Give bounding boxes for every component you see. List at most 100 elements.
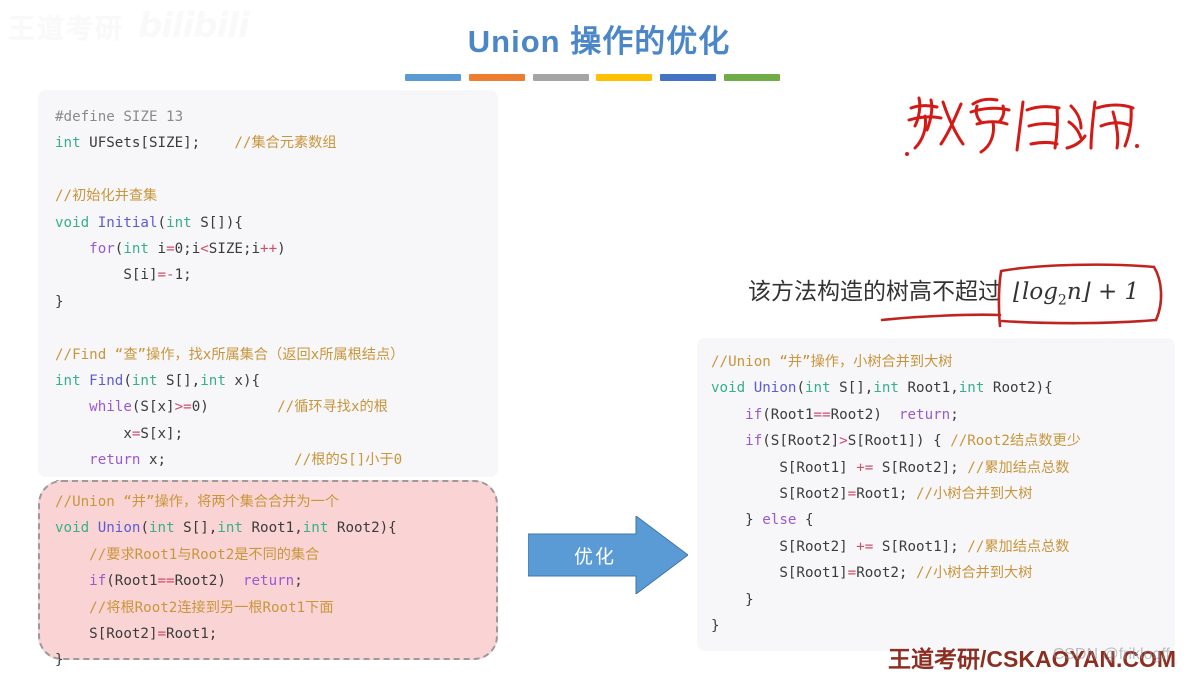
code-token-pln: ( — [796, 380, 805, 397]
code-token-type: void — [55, 214, 90, 231]
code-token-pln: S[i] — [55, 267, 158, 284]
red-handwriting-icon — [905, 96, 1139, 156]
title-bar-1 — [405, 74, 461, 81]
code-token-cmt: //循环寻找x的根 — [277, 399, 388, 416]
code-token-pln: } — [711, 591, 754, 608]
code-token-kw: while — [89, 399, 132, 416]
code-token-op: += — [856, 459, 874, 476]
code-token-type: int — [873, 380, 899, 397]
code-line: for(int i=0;i<SIZE;i++) — [55, 236, 498, 262]
code-token-cmt: //Root2结点数更少 — [950, 433, 1081, 450]
code-line: S[Root1]=Root2; //小树合并到大树 — [711, 560, 1175, 586]
code-token-pln — [89, 215, 98, 231]
code-token-cmt: //根的S[]小于0 — [294, 452, 403, 469]
code-token-cmt: //初始化并查集 — [55, 188, 158, 205]
code-token-op: = — [847, 565, 857, 582]
statement-prefix: 该方法构造的树高不超过 — [748, 279, 1001, 304]
code-token-pln: } — [55, 293, 64, 310]
code-token-pln: UFSets[SIZE]; — [80, 135, 235, 152]
code-token-cmt: //Find “查”操作，找x所属集合（返回x所属根结点） — [55, 346, 405, 363]
code-line: //Find “查”操作，找x所属集合（返回x所属根结点） — [55, 342, 498, 368]
code-token-op: < — [200, 241, 209, 258]
code-token-pln: Root2) — [830, 406, 899, 423]
code-line: //Union “并”操作，将两个集合合并为一个 — [55, 489, 496, 515]
code-token-pln — [55, 600, 89, 616]
code-token-pln: x — [55, 425, 132, 442]
code-line: S[Root2]=Root1; //小树合并到大树 — [711, 481, 1175, 507]
code-token-pln: { — [796, 512, 814, 529]
code-line: } — [55, 647, 496, 673]
code-token-type: int — [217, 520, 243, 537]
code-line: return x; //根的S[]小于0 — [55, 447, 498, 473]
code-token-pln: Root2){ — [984, 380, 1053, 397]
code-token-cmt: //Union “并”操作，小树合并到大树 — [711, 354, 953, 370]
code-token-type: int — [55, 135, 81, 152]
code-token-fn: Union — [97, 520, 141, 537]
code-token-type: int — [55, 373, 81, 390]
code-token-pln: Root1, — [242, 520, 303, 537]
code-token-pln: S[Root2] — [55, 626, 158, 643]
code-token-pln: S[]){ — [191, 214, 243, 231]
code-token-pln — [89, 520, 98, 536]
code-token-fn: Find — [89, 373, 124, 390]
code-line: int Find(int S[],int x){ — [55, 368, 498, 394]
code-line: S[Root2] += S[Root1]; //累加结点总数 — [711, 534, 1175, 560]
code-token-pln — [55, 399, 89, 415]
code-token-cmt: //累加结点总数 — [967, 459, 1070, 476]
code-token-pln: Root1, — [898, 380, 959, 397]
code-token-op: > — [839, 433, 848, 450]
code-token-pln: ( — [140, 520, 149, 537]
code-token-type: void — [711, 380, 746, 397]
code-token-type: int — [958, 380, 985, 397]
page-title: Union 操作的优化 — [467, 24, 731, 59]
code-token-pln: Root2; — [856, 565, 917, 582]
code-line: x=S[x]; — [55, 421, 498, 447]
code-token-pln: Root1; — [166, 626, 218, 643]
title-bar-2 — [468, 74, 525, 81]
csdn-watermark: CSDN @friklogff — [1052, 646, 1170, 663]
optimization-arrow: 优化 — [527, 515, 689, 595]
code-line: //要求Root1与Root2是不同的集合 — [55, 542, 496, 568]
code-token-pln — [711, 433, 745, 449]
code-token-pln — [55, 547, 89, 563]
code-token-type: int — [148, 520, 175, 537]
code-line: } — [711, 613, 1175, 639]
code-token-fn: Union — [753, 380, 797, 397]
code-token-pln: (Root1 — [762, 406, 814, 423]
code-token-pln: 0) — [191, 399, 278, 416]
code-token-op: == — [157, 573, 175, 590]
title-bar-5 — [660, 74, 717, 81]
code-token-pln: } — [711, 618, 720, 635]
code-token-pln: S[Root1] — [711, 565, 848, 582]
code-token-kw: return — [89, 452, 141, 469]
code-token-cmt: //集合元素数组 — [234, 135, 337, 152]
code-token-pln: ; — [950, 406, 959, 423]
code-token-kw: else — [762, 512, 797, 529]
code-block-union-original-highlight: //Union “并”操作，将两个集合合并为一个 void Union(int S… — [38, 480, 498, 668]
code-token-type: int — [804, 380, 831, 397]
code-token-op: += — [856, 538, 874, 555]
code-token-pln: S[Root2]; — [873, 459, 968, 476]
code-token-op: ++ — [260, 241, 278, 258]
tree-height-statement: 该方法构造的树高不超过 ⌊log2n⌋ + 1 — [748, 272, 1139, 309]
code-block-basic-unionfind: #define SIZE 13 int UFSets[SIZE]; //集合元素数… — [38, 90, 498, 495]
title-bar-4 — [596, 74, 653, 81]
code-token-op: = — [847, 486, 857, 503]
code-token-pln — [55, 573, 89, 589]
code-line: int UFSets[SIZE]; //集合元素数组 — [55, 130, 498, 156]
code-token-pln: (Root1 — [106, 573, 158, 590]
code-token-kw: for — [89, 241, 115, 258]
code-line: if(Root1==Root2) return; — [711, 402, 1175, 428]
code-token-op: == — [813, 406, 831, 423]
code-line: } — [55, 289, 498, 315]
code-token-type: int — [123, 241, 149, 258]
code-token-kw: if — [745, 406, 763, 423]
code-line: } — [711, 587, 1175, 613]
code-token-pln: 1; — [174, 267, 192, 284]
code-token-pre: #define SIZE 13 — [55, 109, 184, 125]
arrow-label: 优化 — [574, 547, 617, 568]
code-token-pln: (S[Root2] — [762, 433, 840, 450]
code-token-op: = — [166, 241, 175, 258]
code-token-type: int — [166, 214, 192, 231]
code-token-cmt: //Union “并”操作，将两个集合合并为一个 — [55, 494, 340, 510]
